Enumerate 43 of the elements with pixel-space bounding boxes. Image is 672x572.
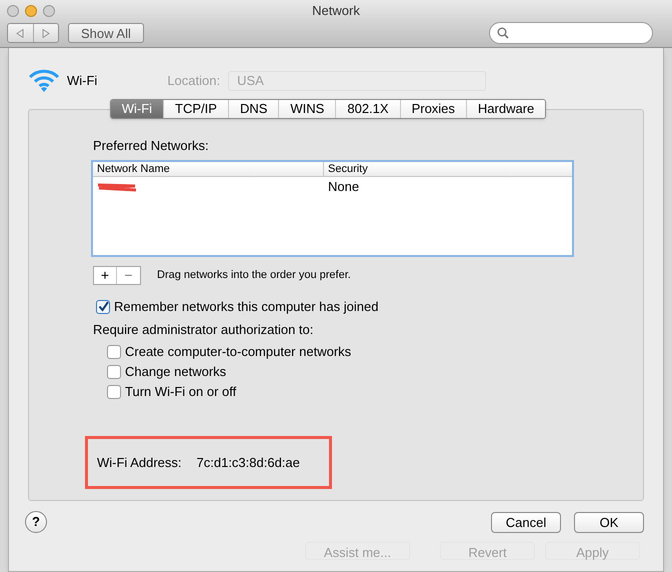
help-button[interactable]: ?: [25, 511, 47, 533]
zoom-button[interactable]: [43, 5, 55, 17]
address-value: 7c:d1:c3:8d:6d:ae: [196, 454, 300, 472]
hint-text: Drag networks into the order you prefer.: [157, 268, 351, 284]
back-icon: [16, 28, 24, 38]
require-label: Require administrator authorization to:: [93, 320, 314, 339]
address-label: Wi-Fi Address:: [97, 454, 182, 472]
checkbox-label: Create computer-to-computer networks: [125, 343, 352, 362]
checkbox-label: Remember networks this computer has joined: [114, 298, 378, 316]
table-cell-text: None: [327, 178, 360, 196]
remove-button[interactable]: −: [117, 267, 140, 284]
tab[interactable]: 802.1X: [335, 100, 400, 118]
close-button[interactable]: [7, 5, 19, 17]
tab[interactable]: Wi-Fi: [110, 100, 164, 118]
tab[interactable]: TCP/IP: [163, 100, 228, 118]
tab[interactable]: Proxies: [400, 100, 466, 118]
search-icon: [497, 27, 509, 39]
show-all-button[interactable]: Show All: [68, 23, 144, 43]
column-header[interactable]: Security: [324, 162, 372, 176]
service-name: Wi-Fi: [67, 72, 98, 90]
minimize-button[interactable]: [25, 5, 37, 17]
checkbox[interactable]: [107, 345, 121, 359]
preferred-networks-label: Preferred Networks:: [93, 137, 210, 155]
tab[interactable]: WINS: [278, 100, 336, 118]
checkbox[interactable]: [107, 385, 121, 399]
dialog-button[interactable]: Cancel: [491, 512, 561, 532]
back-forward-control[interactable]: [7, 23, 59, 43]
dialog-button[interactable]: OK: [574, 512, 644, 532]
checkbox[interactable]: [96, 300, 110, 314]
wifi-icon: [28, 68, 60, 94]
tab[interactable]: Hardware: [466, 100, 546, 118]
checkmark-icon: [98, 301, 108, 312]
checkbox[interactable]: [107, 365, 121, 379]
location-label: Location:: [167, 72, 220, 90]
column-header[interactable]: Network Name: [93, 162, 324, 176]
location-popup: USA: [228, 71, 486, 91]
window-title: Network: [312, 2, 360, 20]
forward-icon: [42, 28, 50, 38]
add-button[interactable]: +: [94, 267, 117, 284]
checkbox-label: Change networks: [125, 363, 226, 382]
checkbox-label: Turn Wi-Fi on or off: [125, 383, 236, 402]
tab[interactable]: DNS: [228, 100, 278, 118]
search-field[interactable]: [489, 22, 653, 44]
